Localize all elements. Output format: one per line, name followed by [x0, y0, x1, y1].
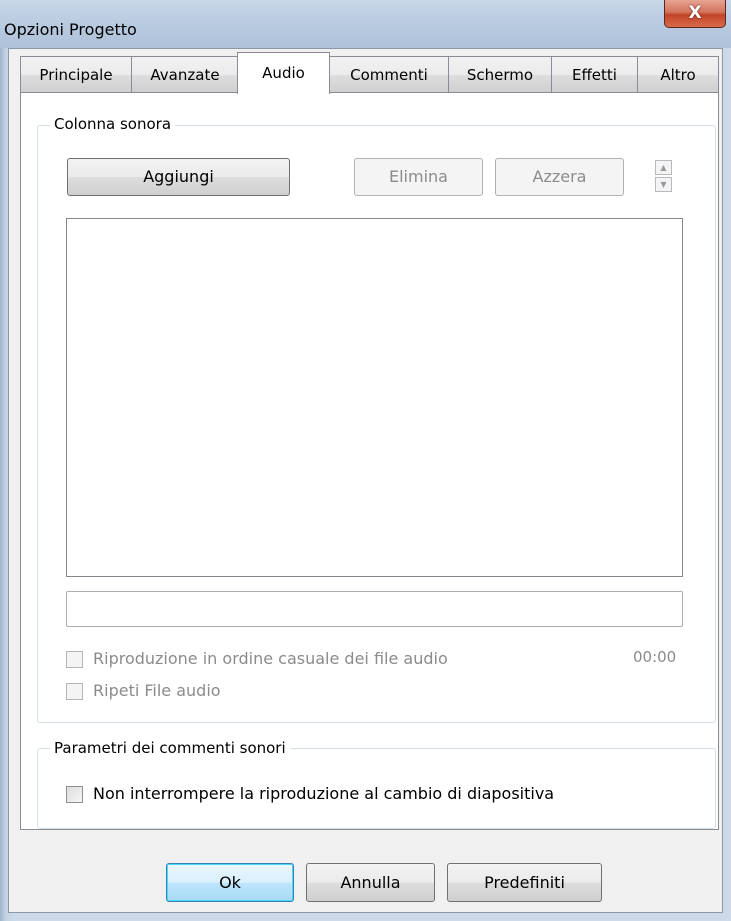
title-bar[interactable]: Opzioni Progetto X: [0, 0, 731, 48]
tab-label: Altro: [660, 66, 696, 84]
repeat-label: Ripeti File audio: [93, 681, 221, 700]
audio-file-path-field[interactable]: [66, 591, 683, 627]
no-interrupt-label: Non interrompere la riproduzione al camb…: [93, 784, 555, 803]
tab-label: Audio: [262, 64, 305, 82]
tab-label: Commenti: [350, 66, 428, 84]
reset-button[interactable]: Azzera: [495, 158, 624, 196]
repeat-checkbox[interactable]: [66, 683, 83, 700]
cancel-button-label: Annulla: [340, 873, 401, 892]
tab-commenti[interactable]: Commenti: [329, 56, 449, 93]
reset-button-label: Azzera: [532, 167, 587, 186]
tab-label: Effetti: [572, 66, 617, 84]
tab-audio[interactable]: Audio: [237, 52, 330, 94]
delete-button-label: Elimina: [389, 167, 448, 186]
tab-label: Principale: [39, 66, 113, 84]
window-title: Opzioni Progetto: [4, 20, 137, 39]
ok-button-label: Ok: [219, 873, 241, 892]
add-button[interactable]: Aggiungi: [67, 158, 290, 196]
shuffle-checkbox[interactable]: [66, 651, 83, 668]
time-display: 00:00: [633, 648, 677, 666]
ok-button[interactable]: Ok: [166, 863, 294, 902]
audio-file-list[interactable]: [66, 218, 683, 577]
tab-avanzate[interactable]: Avanzate: [131, 56, 239, 93]
defaults-button[interactable]: Predefiniti: [447, 863, 602, 902]
shuffle-label: Riproduzione in ordine casuale dei file …: [93, 649, 448, 668]
arrow-up-icon: ▲: [660, 163, 667, 172]
arrow-down-icon: ▼: [660, 180, 667, 189]
cancel-button[interactable]: Annulla: [306, 863, 435, 902]
no-interrupt-checkbox[interactable]: [66, 786, 83, 803]
defaults-button-label: Predefiniti: [484, 873, 565, 892]
move-down-button[interactable]: ▼: [655, 177, 672, 192]
comments-group-label: Parametri dei commenti sonori: [50, 739, 290, 757]
tab-principale[interactable]: Principale: [20, 56, 132, 93]
move-up-button[interactable]: ▲: [655, 160, 672, 175]
add-button-label: Aggiungi: [143, 167, 214, 186]
tab-label: Schermo: [466, 66, 534, 84]
close-icon: X: [688, 3, 702, 23]
tab-label: Avanzate: [150, 66, 220, 84]
delete-button[interactable]: Elimina: [354, 158, 483, 196]
tab-schermo[interactable]: Schermo: [448, 56, 552, 93]
tab-effetti[interactable]: Effetti: [551, 56, 638, 93]
soundtrack-group-label: Colonna sonora: [50, 115, 176, 133]
close-button[interactable]: X: [664, 0, 726, 28]
tab-altro[interactable]: Altro: [637, 56, 719, 93]
